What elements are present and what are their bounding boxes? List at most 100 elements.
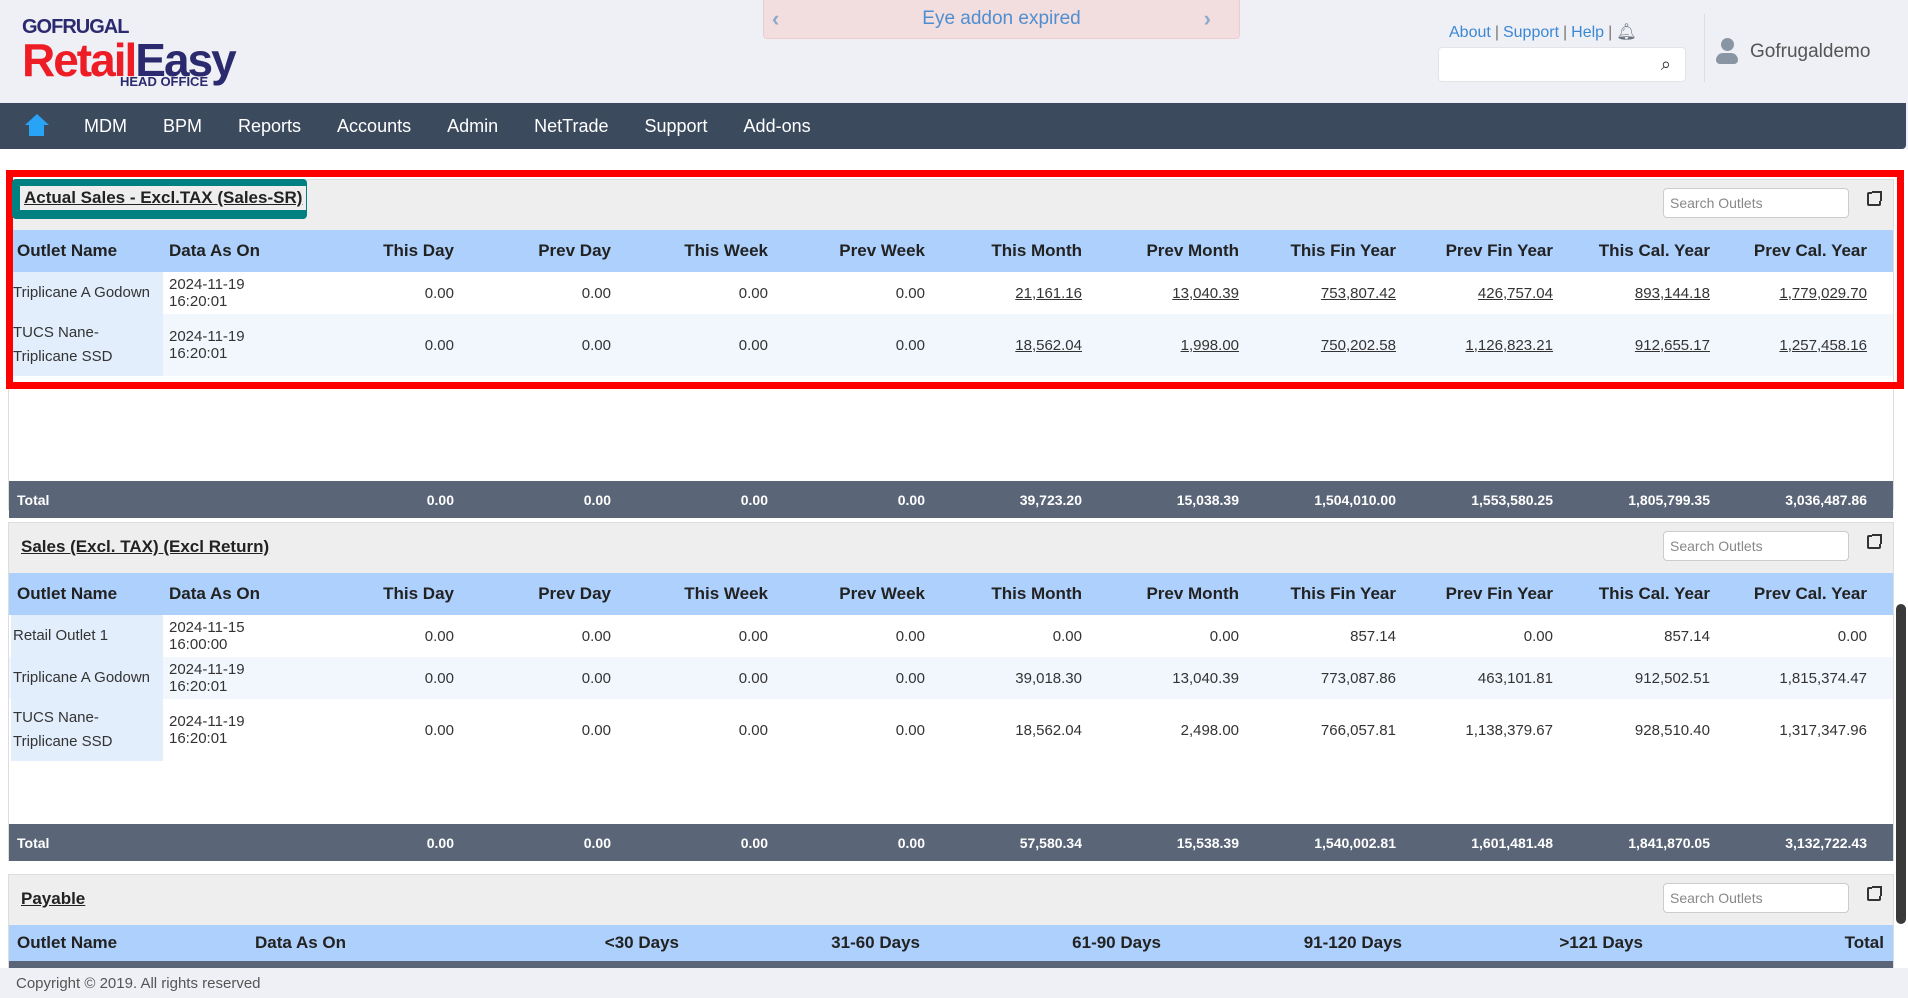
value-link[interactable]: 21,161.16: [1015, 285, 1082, 302]
column-header[interactable]: Prev Fin Year: [1402, 241, 1559, 261]
column-header[interactable]: Prev Week: [774, 584, 931, 604]
outlet-name: Triplicane A Godown: [11, 657, 163, 699]
column-header[interactable]: 31-60 Days: [685, 933, 926, 953]
value-link[interactable]: 912,655.17: [1635, 337, 1710, 354]
value-cell[interactable]: 912,655.17: [1559, 337, 1716, 354]
chevron-left-icon[interactable]: ‹: [772, 0, 779, 38]
nav-reports[interactable]: Reports: [238, 116, 301, 137]
column-header[interactable]: This Week: [617, 241, 774, 261]
value-cell[interactable]: 753,807.42: [1245, 285, 1402, 302]
value-link[interactable]: 18,562.04: [1015, 337, 1082, 354]
column-header[interactable]: This Fin Year: [1245, 584, 1402, 604]
value-link[interactable]: 1,998.00: [1181, 337, 1239, 354]
column-header[interactable]: Prev Fin Year: [1402, 584, 1559, 604]
column-header[interactable]: This Cal. Year: [1559, 241, 1716, 261]
chevron-right-icon[interactable]: ›: [1204, 0, 1211, 38]
column-header[interactable]: This Day: [303, 584, 460, 604]
column-header[interactable]: Data As On: [249, 933, 444, 953]
column-header[interactable]: This Month: [931, 241, 1088, 261]
column-header[interactable]: Outlet Name: [11, 584, 163, 604]
value-link[interactable]: 13,040.39: [1172, 285, 1239, 302]
banner-text: Eye addon expired: [922, 8, 1081, 29]
total-cell: 1,805,799.35: [1628, 491, 1710, 508]
username: Gofrugaldemo: [1750, 41, 1871, 63]
nav-bpm[interactable]: BPM: [163, 116, 202, 137]
retaileasy-logo[interactable]: GOFRUGAL RetailEasy HEAD OFFICE: [22, 16, 237, 89]
divider: [1704, 14, 1705, 82]
value-cell: 0.00: [424, 336, 454, 354]
column-header[interactable]: 91-120 Days: [1167, 933, 1408, 953]
help-link[interactable]: Help: [1571, 24, 1604, 41]
nav-admin[interactable]: Admin: [447, 116, 498, 137]
value-link[interactable]: 893,144.18: [1635, 285, 1710, 302]
value-link[interactable]: 750,202.58: [1321, 337, 1396, 354]
search-outlets-input[interactable]: Search Outlets: [1663, 188, 1849, 218]
value-cell[interactable]: 21,161.16: [931, 285, 1088, 302]
column-header[interactable]: This Fin Year: [1245, 241, 1402, 261]
value-cell[interactable]: 13,040.39: [1088, 285, 1245, 302]
actual-sales-title[interactable]: Actual Sales - Excl.TAX (Sales-SR): [20, 186, 307, 210]
value-link[interactable]: 426,757.04: [1478, 285, 1553, 302]
value-link[interactable]: 1,126,823.21: [1465, 337, 1553, 354]
external-link-icon[interactable]: [1867, 534, 1882, 549]
column-header[interactable]: Total: [1649, 933, 1890, 953]
external-link-icon[interactable]: [1867, 886, 1882, 901]
nav-addons[interactable]: Add-ons: [744, 116, 811, 137]
total-cell: 0.00: [740, 834, 768, 851]
nav-support[interactable]: Support: [645, 116, 708, 137]
value-cell[interactable]: 426,757.04: [1402, 285, 1559, 302]
column-header[interactable]: This Day: [303, 241, 460, 261]
column-header[interactable]: Prev Cal. Year: [1716, 241, 1873, 261]
value-cell[interactable]: 1,257,458.16: [1716, 337, 1873, 354]
column-header[interactable]: Prev Week: [774, 241, 931, 261]
search-outlets-input[interactable]: Search Outlets: [1663, 883, 1849, 913]
global-search-input[interactable]: ⌕: [1438, 47, 1686, 82]
nav-nettrade[interactable]: NetTrade: [534, 116, 608, 137]
user-menu[interactable]: Gofrugaldemo: [1716, 38, 1870, 66]
value-cell[interactable]: 18,562.04: [931, 337, 1088, 354]
search-icon[interactable]: ⌕: [1661, 54, 1671, 75]
value-link[interactable]: 753,807.42: [1321, 285, 1396, 302]
column-header[interactable]: Outlet Name: [11, 241, 163, 261]
column-header[interactable]: Data As On: [163, 584, 303, 604]
search-outlets-input[interactable]: Search Outlets: [1663, 531, 1849, 561]
value-cell[interactable]: 1,779,029.70: [1716, 285, 1873, 302]
table-row: Triplicane A Godown 2024-11-19 16:20:01 0.…: [9, 272, 1893, 314]
value-cell: 0.00: [424, 627, 454, 645]
value-link[interactable]: 1,257,458.16: [1779, 337, 1867, 354]
column-header[interactable]: 61-90 Days: [926, 933, 1167, 953]
column-header[interactable]: This Month: [931, 584, 1088, 604]
panel-title[interactable]: Payable: [21, 889, 85, 909]
nav-mdm[interactable]: MDM: [84, 116, 127, 137]
value-cell[interactable]: 893,144.18: [1559, 285, 1716, 302]
nav-accounts[interactable]: Accounts: [337, 116, 411, 137]
column-header[interactable]: Data As On: [163, 241, 303, 261]
total-cell: 1,504,010.00: [1314, 491, 1396, 508]
column-header[interactable]: Outlet Name: [11, 933, 249, 953]
panel-title[interactable]: Sales (Excl. TAX) (Excl Return): [21, 537, 269, 557]
about-link[interactable]: About: [1449, 24, 1491, 41]
column-header[interactable]: Prev Month: [1088, 241, 1245, 261]
value-cell: 0.00: [738, 721, 768, 739]
column-header[interactable]: This Cal. Year: [1559, 584, 1716, 604]
scrollbar[interactable]: [1896, 604, 1906, 924]
bell-icon[interactable]: 🔔︎: [1616, 24, 1636, 41]
table-body: Triplicane A Godown 2024-11-19 16:20:01 0.…: [9, 272, 1893, 481]
column-header[interactable]: <30 Days: [444, 933, 685, 953]
external-link-icon[interactable]: [1867, 191, 1882, 206]
support-link[interactable]: Support: [1503, 24, 1559, 41]
value-cell[interactable]: 1,126,823.21: [1402, 337, 1559, 354]
column-header[interactable]: Prev Day: [460, 584, 617, 604]
value-cell[interactable]: 1,998.00: [1088, 337, 1245, 354]
column-header[interactable]: Prev Month: [1088, 584, 1245, 604]
column-header[interactable]: >121 Days: [1408, 933, 1649, 953]
value-cell[interactable]: 750,202.58: [1245, 337, 1402, 354]
total-row: Total 0.00 0.00 0.00 0.00 39,723.20 15,038.39 1…: [9, 481, 1893, 518]
column-header[interactable]: Prev Day: [460, 241, 617, 261]
main-nav: MDM BPM Reports Accounts Admin NetTrade …: [0, 103, 1906, 149]
value-link[interactable]: 1,779,029.70: [1779, 285, 1867, 302]
column-header[interactable]: This Week: [617, 584, 774, 604]
column-header[interactable]: Prev Cal. Year: [1716, 584, 1873, 604]
home-icon[interactable]: [24, 114, 50, 138]
value-cell: 0.00: [424, 669, 454, 687]
